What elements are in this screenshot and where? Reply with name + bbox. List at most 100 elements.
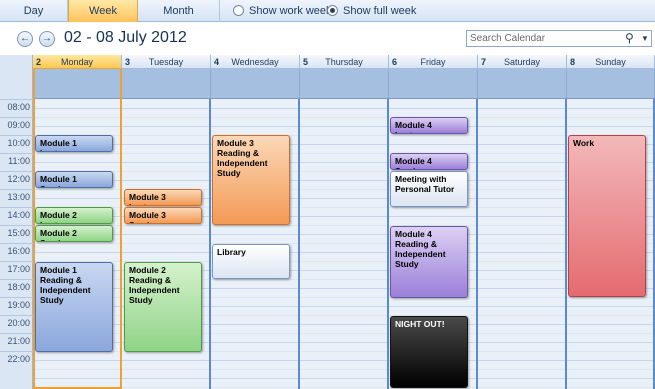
arrow-right-icon[interactable]: → xyxy=(39,31,55,47)
all-day-area[interactable] xyxy=(567,69,655,99)
time-slot-line xyxy=(567,324,653,325)
time-slot-line xyxy=(211,117,298,118)
time-slot-line xyxy=(122,252,209,253)
time-slot-line xyxy=(122,171,209,172)
appointment[interactable]: Module 1 Lecture xyxy=(35,135,113,152)
day-name: Friday xyxy=(420,57,446,67)
time-slot-line xyxy=(478,378,565,379)
appointment[interactable]: Module 2 Reading & Independent Study xyxy=(124,262,202,352)
day-header[interactable]: Sunday 8 xyxy=(567,55,655,69)
all-day-area[interactable] xyxy=(300,69,389,99)
time-slot-line xyxy=(33,252,120,253)
appointment[interactable]: Module 4 Lecture xyxy=(390,117,468,134)
day-header[interactable]: Wednesday 4 xyxy=(211,55,300,69)
time-slot-line xyxy=(300,243,387,244)
time-slot-line xyxy=(389,207,476,208)
time-slot-line xyxy=(300,126,387,127)
time-slot-line xyxy=(33,162,120,163)
time-slot-line xyxy=(300,360,387,361)
appointment-label: Library xyxy=(217,247,246,257)
time-label: 09:00 xyxy=(7,120,30,130)
time-divider xyxy=(0,171,33,172)
day-name: Wednesday xyxy=(231,57,279,67)
appointment[interactable]: Module 4 Semina xyxy=(390,153,468,170)
appointment[interactable]: Module 3 Lecture xyxy=(124,189,202,206)
time-slot-line xyxy=(567,297,653,298)
time-slot-line xyxy=(211,378,298,379)
appointment[interactable]: Module 1 Reading & Independent Study xyxy=(35,262,113,352)
all-day-area[interactable] xyxy=(478,69,567,99)
tab-day[interactable]: Day xyxy=(0,0,68,22)
time-label: 20:00 xyxy=(7,318,30,328)
all-day-area[interactable] xyxy=(33,69,122,99)
time-label: 11:00 xyxy=(8,156,30,166)
appointment[interactable]: Module 2 Lecture xyxy=(35,207,113,224)
time-slot-line xyxy=(567,108,653,109)
day-number: 2 xyxy=(36,57,42,67)
appointment-label: Module 1 Reading & Independent Study xyxy=(40,265,91,305)
appointment[interactable]: Module 2 Semina xyxy=(35,225,113,242)
search-box[interactable]: ⚲ ▼ xyxy=(466,30,652,47)
time-slot-line xyxy=(478,225,565,226)
tab-month[interactable]: Month xyxy=(138,0,220,22)
date-range-title: 02 - 08 July 2012 xyxy=(64,29,187,46)
time-label: 21:00 xyxy=(7,336,30,346)
work-week-radio[interactable] xyxy=(233,5,244,16)
time-slot-line xyxy=(300,171,387,172)
full-week-label[interactable]: Show full week xyxy=(343,0,416,22)
appointment[interactable]: Meeting with Personal Tutor xyxy=(390,171,468,207)
time-slot-line xyxy=(478,252,565,253)
search-input[interactable] xyxy=(467,31,623,46)
time-slot-line xyxy=(211,279,298,280)
appointment-label: Meeting with Personal Tutor xyxy=(395,174,455,194)
time-slot-line xyxy=(478,360,565,361)
all-day-area[interactable] xyxy=(389,69,478,99)
time-divider xyxy=(0,261,33,262)
time-slot-line xyxy=(211,333,298,334)
day-number: 5 xyxy=(303,57,309,67)
time-slot-line xyxy=(567,306,653,307)
day-number: 4 xyxy=(214,57,220,67)
time-slot-line xyxy=(122,153,209,154)
time-divider xyxy=(0,207,33,208)
day-header[interactable]: Monday 2 xyxy=(33,55,122,69)
appointment[interactable]: Module 3 Reading & Independent Study xyxy=(212,135,290,225)
appointment[interactable]: Work xyxy=(568,135,646,297)
work-week-label[interactable]: Show work week xyxy=(249,0,332,22)
all-day-area[interactable] xyxy=(211,69,300,99)
appointment[interactable]: NIGHT OUT! xyxy=(390,316,468,388)
day-header[interactable]: Saturday 7 xyxy=(478,55,567,69)
time-slot-line xyxy=(33,369,120,370)
arrow-left-icon[interactable]: ← xyxy=(17,31,33,47)
appointment[interactable]: Library xyxy=(212,244,290,279)
time-slot-line xyxy=(300,324,387,325)
day-header[interactable]: Tuesday 3 xyxy=(122,55,211,69)
time-slot-line xyxy=(33,108,120,109)
appointment-label: Module 1 Semina xyxy=(40,174,77,187)
tab-week[interactable]: Week xyxy=(68,0,138,22)
time-slot-line xyxy=(389,135,476,136)
time-slot-line xyxy=(211,387,298,388)
time-divider xyxy=(0,279,33,280)
appointment[interactable]: Module 1 Semina xyxy=(35,171,113,188)
time-slot-line xyxy=(478,153,565,154)
time-slot-line xyxy=(300,153,387,154)
appointment[interactable]: Module 3 Semina xyxy=(124,207,202,224)
day-column[interactable] xyxy=(478,99,567,389)
time-slot-line xyxy=(211,225,298,226)
chevron-down-icon[interactable]: ▼ xyxy=(641,31,651,46)
time-slot-line xyxy=(478,189,565,190)
appointment[interactable]: Module 4 Reading & Independent Study xyxy=(390,226,468,298)
all-day-area[interactable] xyxy=(122,69,211,99)
time-label: 22:00 xyxy=(7,354,30,364)
day-column[interactable] xyxy=(300,99,389,389)
time-slot-line xyxy=(33,387,120,388)
time-slot-line xyxy=(33,126,120,127)
day-header[interactable]: Friday 6 xyxy=(389,55,478,69)
time-slot-line xyxy=(300,117,387,118)
search-icon[interactable]: ⚲ xyxy=(625,31,639,46)
full-week-radio[interactable] xyxy=(327,5,338,16)
day-number: 3 xyxy=(125,57,131,67)
time-slot-line xyxy=(389,144,476,145)
day-header[interactable]: Thursday 5 xyxy=(300,55,389,69)
